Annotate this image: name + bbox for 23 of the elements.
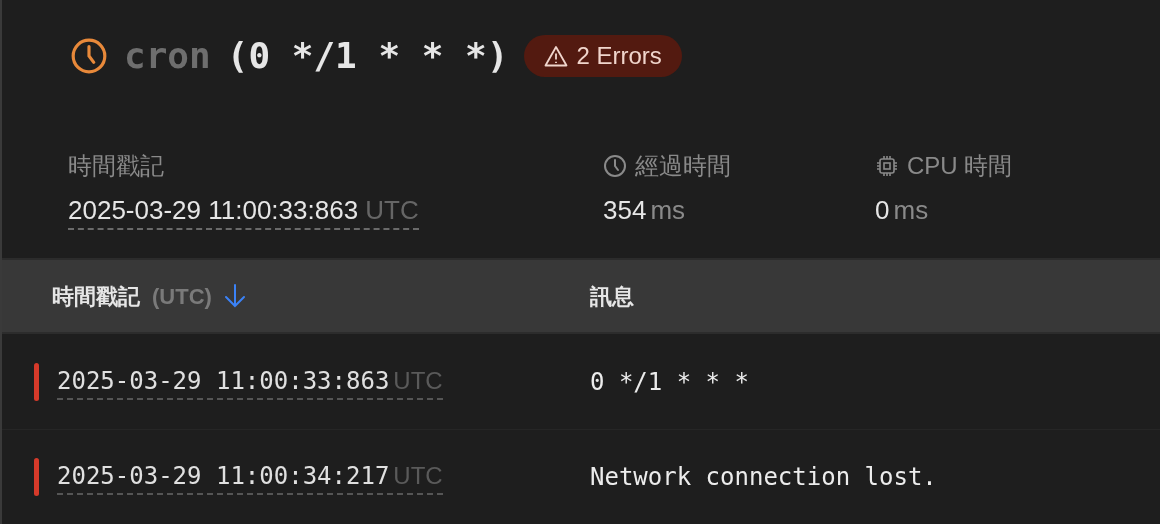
metric-value: 0 (875, 194, 890, 227)
metric-label: CPU 時間 (907, 151, 1013, 181)
metric-value: 354 (603, 194, 647, 227)
column-header: 訊息 (590, 282, 634, 311)
message-cell-text: Network connection lost. (590, 462, 938, 493)
warning-icon (544, 45, 569, 67)
job-name: cron (124, 34, 211, 78)
error-badge: 2 Errors (524, 35, 682, 77)
metric-unit: ms (650, 194, 686, 227)
chip-icon (875, 154, 899, 178)
metric-unit: ms (893, 194, 929, 227)
timestamp-cell: 2025-03-29 11:00:34:217 UTC (57, 459, 443, 495)
column-unit: (UTC) (152, 282, 212, 311)
column-header[interactable]: 時間戳記 (52, 279, 140, 313)
clock-icon (603, 154, 627, 178)
message-cell-text: 0 */1 * * * (590, 366, 750, 398)
sort-descending-icon[interactable] (223, 283, 246, 309)
metric-label: 時間戳記 (68, 151, 164, 181)
cron-schedule: (0 */1 * * *) (226, 34, 509, 78)
timestamp-value: 2025-03-29 11:00:33:863 UTC (68, 192, 419, 230)
metric-label: 經過時間 (635, 151, 731, 181)
timestamp-cell: 2025-03-29 11:00:33:863 UTC (57, 363, 443, 400)
clock-icon (70, 37, 108, 75)
